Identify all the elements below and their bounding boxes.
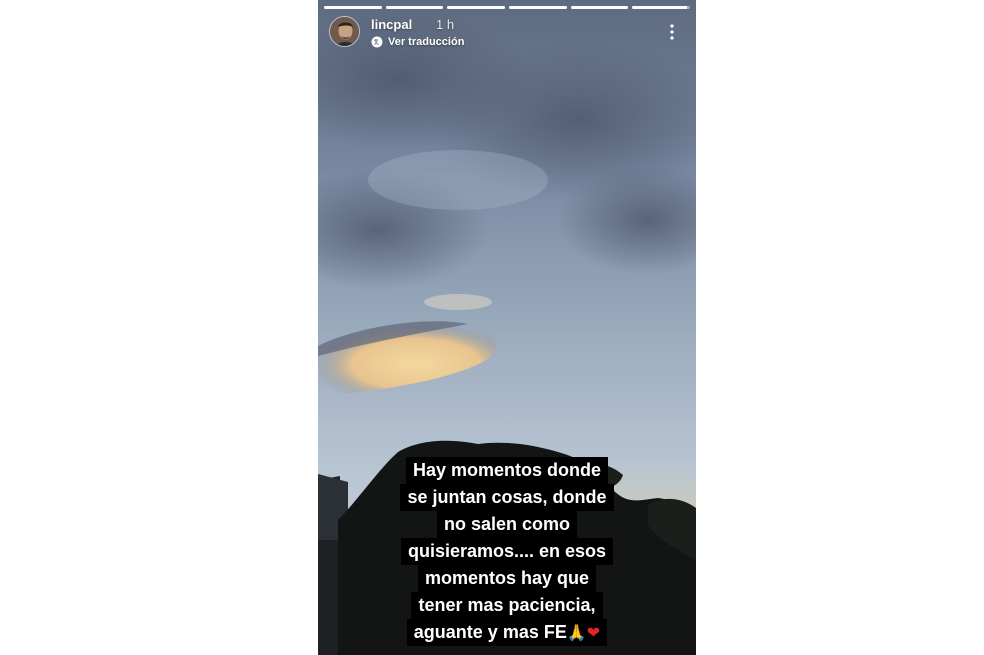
caption-line: Hay momentos donde [405, 457, 609, 484]
caption-line-last: aguante y mas FE🙏❤ [406, 619, 608, 646]
caption-line: momentos hay que [417, 565, 597, 592]
progress-segment [385, 6, 444, 9]
username[interactable]: lincpal [371, 17, 412, 32]
more-options-icon[interactable] [665, 22, 679, 42]
progress-segment [632, 6, 691, 9]
caption-line: quisieramos.... en esos [400, 538, 614, 565]
story-progress-bar [324, 6, 691, 9]
progress-segment [509, 6, 567, 9]
heart-emoji: ❤ [586, 623, 601, 642]
translate-button[interactable]: Ver traducción [371, 36, 464, 48]
progress-segment [570, 6, 629, 9]
translate-label: Ver traducción [388, 36, 465, 48]
story-viewer[interactable]: lincpal 1 h Ver traducción Hay momentos … [318, 0, 696, 655]
progress-segment [324, 6, 382, 9]
pray-emoji: 🙏 [566, 623, 587, 642]
avatar-image [330, 17, 359, 46]
caption-line: no salen como [436, 511, 578, 538]
progress-segment [447, 6, 506, 9]
page-background: lincpal 1 h Ver traducción Hay momentos … [0, 0, 984, 655]
caption-line: tener mas paciencia, [411, 592, 603, 619]
story-caption: Hay momentos donde se juntan cosas, dond… [318, 457, 696, 646]
translate-icon [371, 36, 383, 48]
caption-line-text: aguante y mas FE [413, 622, 567, 642]
caption-line: se juntan cosas, donde [400, 484, 614, 511]
avatar[interactable] [329, 16, 360, 47]
post-time: 1 h [436, 17, 455, 32]
story-header: lincpal 1 h Ver traducción [329, 16, 685, 50]
